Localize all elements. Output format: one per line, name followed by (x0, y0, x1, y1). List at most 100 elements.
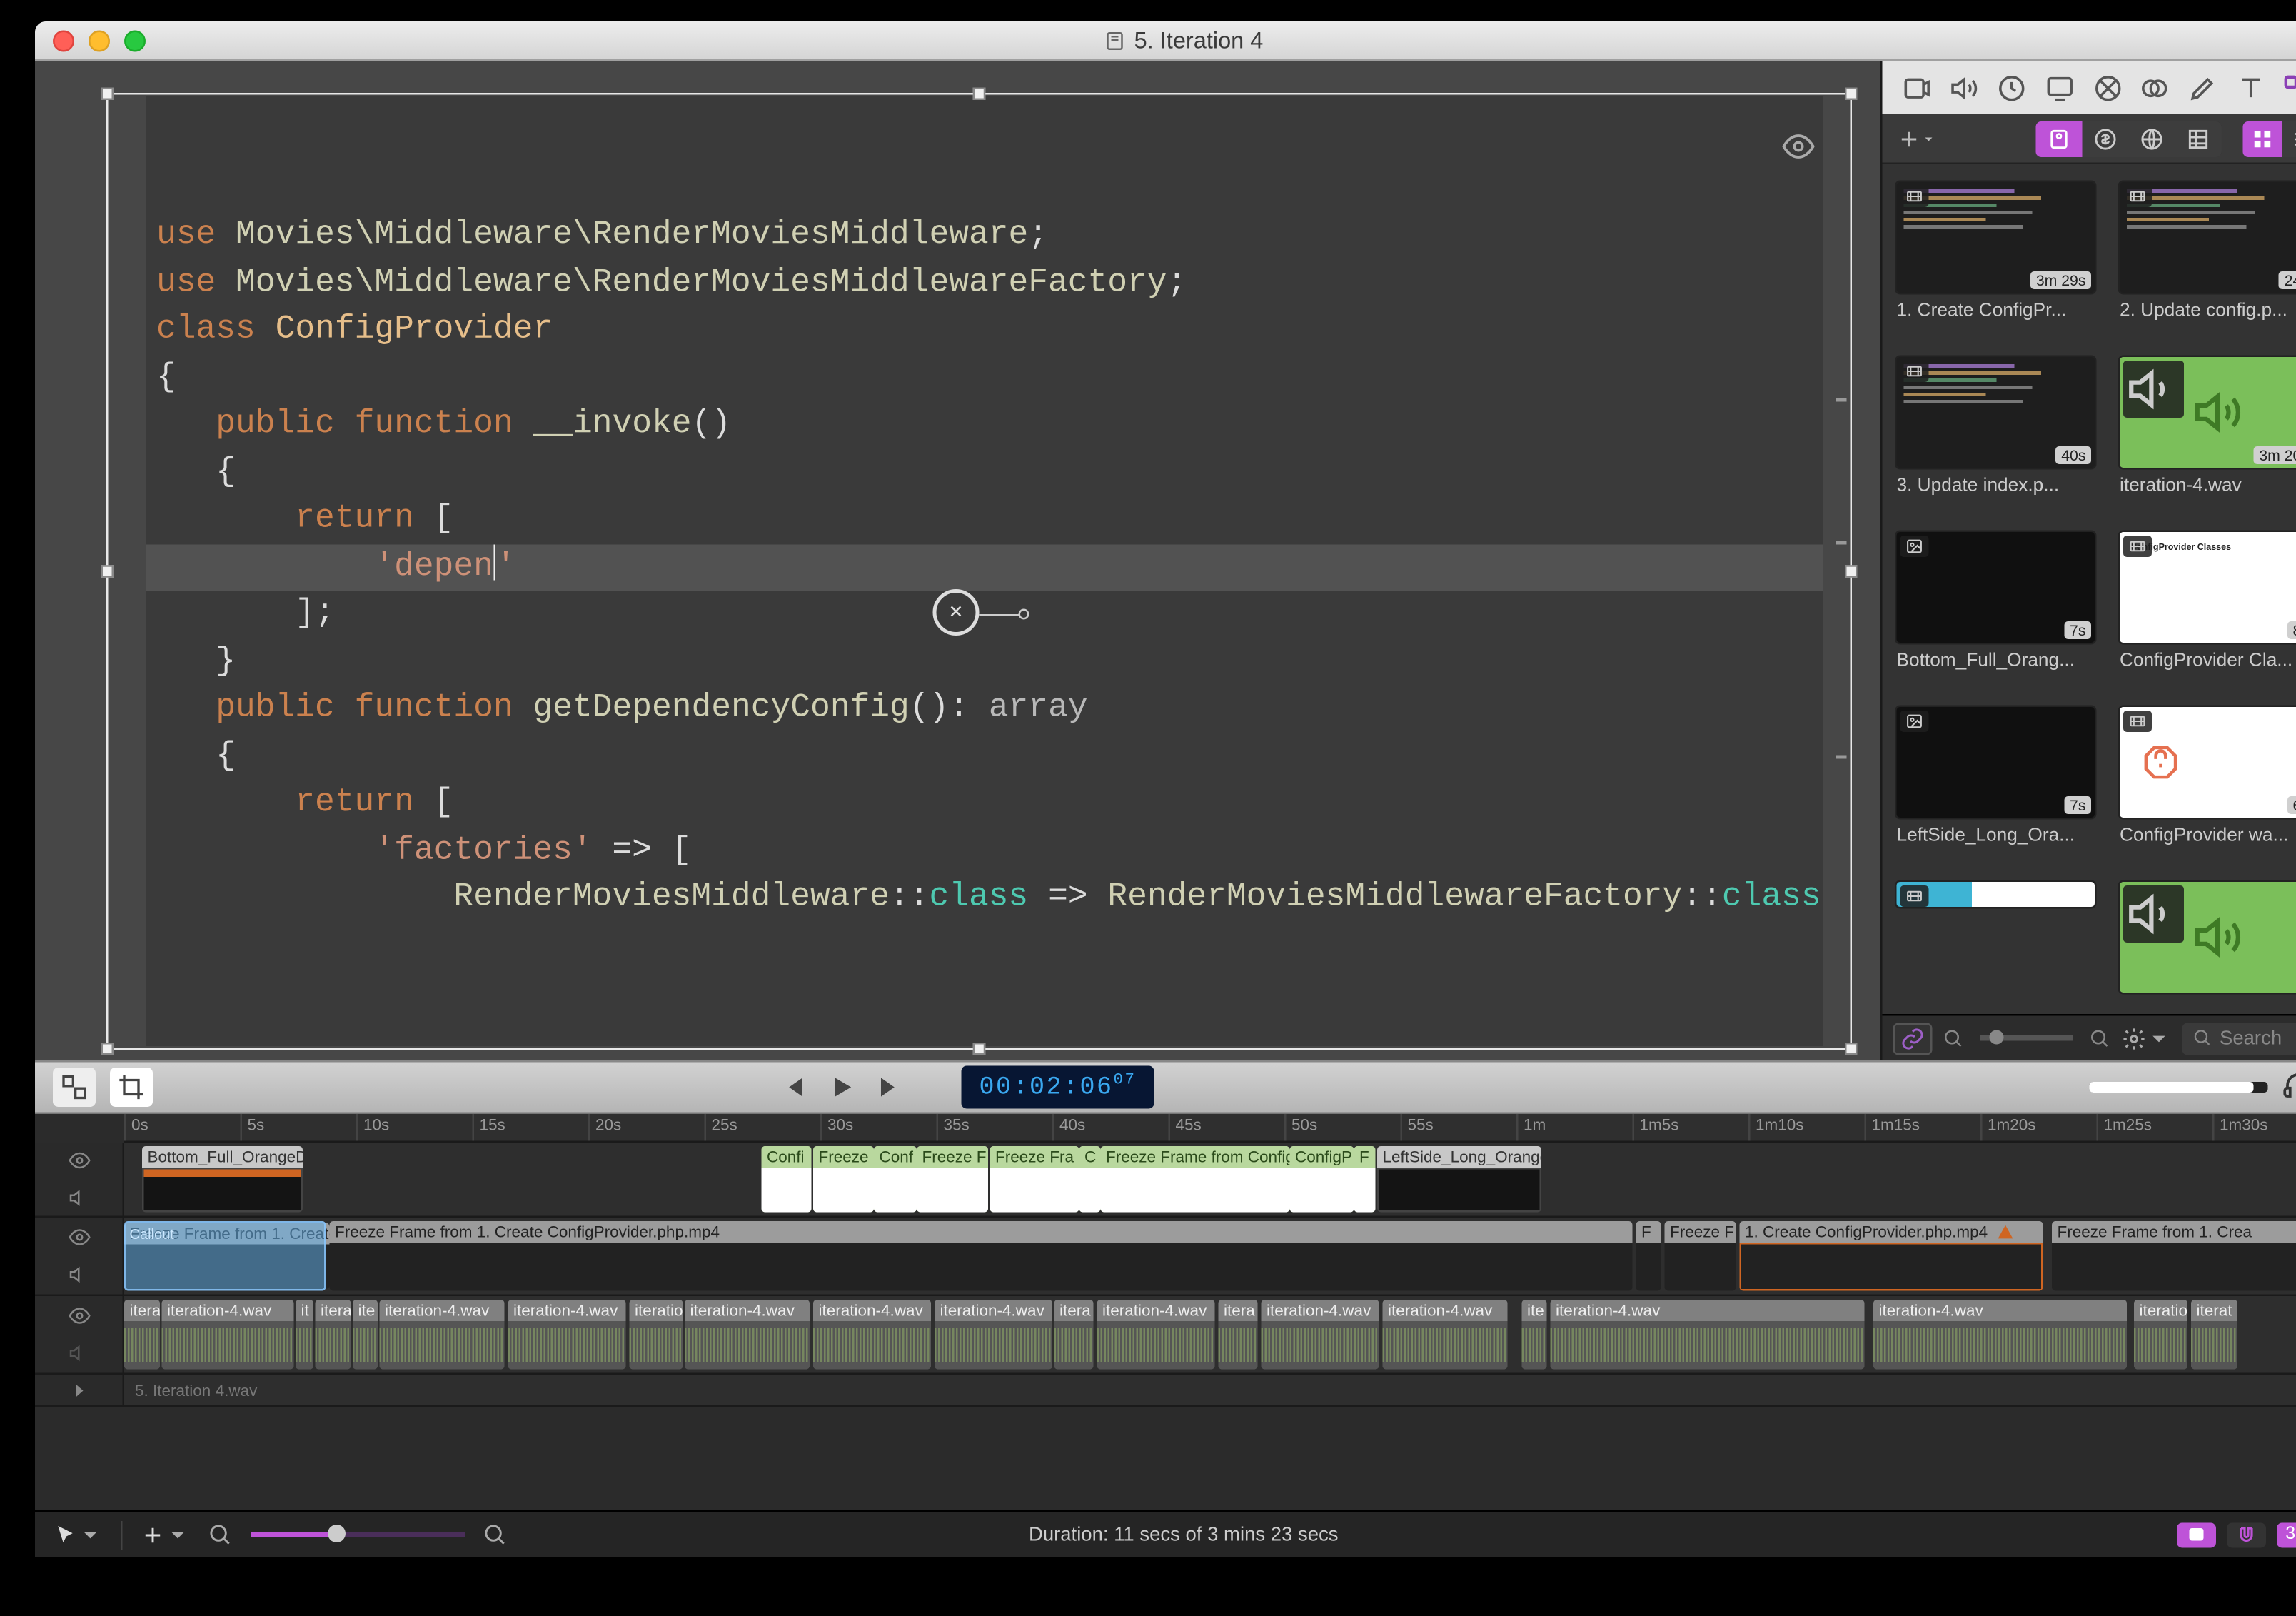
media-item[interactable]: 6sConfigProvider wa... (2120, 707, 2296, 846)
media-item[interactable]: 7sBottom_Full_Orang... (1897, 532, 2095, 671)
timecode-display[interactable]: 00:02:0607 (962, 1066, 1154, 1108)
audio-clip[interactable]: iteration-4.wav (380, 1300, 505, 1370)
media-item[interactable] (1897, 882, 2095, 993)
play-button[interactable] (826, 1071, 858, 1103)
audio-clip[interactable]: iteration-4.wav (685, 1300, 810, 1370)
timeline-clip[interactable]: 1. Create ConfigProvider.php.mp4 (1740, 1221, 2043, 1291)
view-grid[interactable] (2243, 121, 2282, 156)
ruler-mark[interactable]: 35s (937, 1114, 970, 1141)
audio-clip[interactable]: ite (1522, 1300, 1547, 1370)
snap-button[interactable] (2227, 1522, 2266, 1547)
timeline-clip[interactable]: ConfigP (1290, 1146, 1354, 1213)
resize-handle[interactable] (101, 88, 114, 101)
ruler[interactable]: 0s5s10s15s20s25s30s35s40s45s50s55s1m1m5s… (124, 1114, 2296, 1143)
tab-annotate[interactable] (2179, 66, 2227, 109)
minimize-window-button[interactable] (89, 29, 110, 51)
filter-current[interactable] (2036, 121, 2083, 156)
view-list[interactable] (2282, 121, 2296, 156)
audio-clip[interactable]: iteration-4.wav (1097, 1300, 1215, 1370)
audio-clip[interactable]: iteration-4.wav (162, 1300, 294, 1370)
mute-icon[interactable] (66, 1343, 91, 1365)
media-item[interactable]: ConfigProvider Classes8sConfigProvider C… (2120, 532, 2296, 671)
timeline-clip[interactable]: Freeze F (1665, 1221, 1736, 1291)
thumbnail-zoom-slider[interactable] (1980, 1035, 2073, 1041)
timeline-clip[interactable]: Freeze F (917, 1146, 988, 1213)
add-media-button[interactable] (1893, 121, 1940, 156)
tab-screen[interactable] (2036, 66, 2084, 109)
audio-clip[interactable]: iterat (2191, 1300, 2237, 1370)
canvas[interactable]: use Movies\Middleware\RenderMoviesMiddle… (35, 61, 1880, 1060)
volume-slider[interactable] (2090, 1082, 2268, 1093)
prev-frame-button[interactable] (776, 1071, 808, 1103)
audio-clip[interactable]: iteration-4.wav (1551, 1300, 1865, 1370)
ruler-mark[interactable]: 55s (1401, 1114, 1434, 1141)
ruler-mark[interactable]: 30s (820, 1114, 853, 1141)
timeline-zoom-slider[interactable] (251, 1532, 465, 1537)
add-menu[interactable] (141, 1522, 191, 1547)
media-item[interactable]: 3m 20siteration-4.wav (2120, 357, 2296, 496)
timeline-clip[interactable]: Freeze Frame from Config (1101, 1146, 1290, 1213)
filter-web[interactable] (2129, 121, 2175, 156)
mute-icon[interactable] (66, 1187, 91, 1208)
filter-table[interactable] (2175, 121, 2222, 156)
ruler-mark[interactable]: 1m5s (1633, 1114, 1679, 1141)
ruler-mark[interactable]: 1m (1516, 1114, 1546, 1141)
media-item[interactable] (2120, 882, 2296, 993)
audio-clip[interactable]: iteration-4.wav (1383, 1300, 1508, 1370)
filter-dollar[interactable] (2083, 121, 2129, 156)
audio-clip[interactable]: iteratio (630, 1300, 683, 1370)
fullscreen-window-button[interactable] (124, 29, 146, 51)
tab-pointer[interactable] (2083, 66, 2131, 109)
resize-handle[interactable] (101, 565, 114, 578)
mute-icon[interactable] (66, 1265, 91, 1286)
fit-button[interactable] (53, 1068, 96, 1107)
zoom-out-icon[interactable] (208, 1522, 233, 1547)
visibility-icon[interactable] (66, 1305, 91, 1326)
audio-clip[interactable]: itera (1054, 1300, 1094, 1370)
fps-badge[interactable]: 30 (2277, 1522, 2296, 1547)
audio-clip[interactable]: itera (316, 1300, 351, 1370)
timeline-clip[interactable]: Freeze Fra (990, 1146, 1079, 1213)
audio-clip[interactable]: ite (353, 1300, 378, 1370)
tab-history[interactable] (1988, 66, 2036, 109)
resize-handle[interactable] (1845, 88, 1858, 101)
headphone-icon[interactable] (2282, 1068, 2296, 1106)
media-library[interactable]: 3m 29s1. Create ConfigPr...24s2. Update … (1883, 164, 2296, 1014)
expand-icon[interactable] (66, 1379, 91, 1400)
visibility-icon[interactable] (66, 1226, 91, 1248)
timeline-clip[interactable]: Conf (874, 1146, 917, 1213)
timeline[interactable]: 0s5s10s15s20s25s30s35s40s45s50s55s1m1m5s… (35, 1114, 2296, 1510)
ruler-mark[interactable]: 50s (1284, 1114, 1317, 1141)
resize-handle[interactable] (973, 1043, 986, 1055)
resize-handle[interactable] (101, 1043, 114, 1055)
resize-handle[interactable] (1845, 1043, 1858, 1055)
audio-clip[interactable]: it (296, 1300, 313, 1370)
timeline-clip[interactable]: Bottom_Full_OrangeDa (142, 1146, 303, 1213)
resize-handle[interactable] (1845, 565, 1858, 578)
audio-clip[interactable]: iteration-4.wav (508, 1300, 626, 1370)
timeline-clip[interactable]: Freeze (813, 1146, 874, 1213)
audio-clip[interactable]: iteration-4.wav (935, 1300, 1052, 1370)
ruler-mark[interactable]: 1m30s (2212, 1114, 2268, 1141)
timeline-clip[interactable]: Confi (762, 1146, 812, 1213)
audio-clip[interactable]: iterat (124, 1300, 160, 1370)
resize-handle[interactable] (973, 88, 986, 101)
zoom-in-icon[interactable] (483, 1522, 508, 1547)
media-item[interactable]: 7sLeftSide_Long_Ora... (1897, 707, 2095, 846)
collapsed-track[interactable]: 5. Iteration 4.wav (35, 1375, 2296, 1407)
callout-clip[interactable]: Callout (124, 1221, 326, 1291)
zoom-in-icon[interactable] (2090, 1028, 2111, 1049)
tracks-area[interactable]: Bottom_Full_OrangeDaConfiFreezeConfFreez… (35, 1143, 2296, 1510)
media-search[interactable]: Search (2182, 1022, 2296, 1054)
audio-clip[interactable]: iteration-4.wav (1262, 1300, 1379, 1370)
ruler-mark[interactable]: 15s (473, 1114, 505, 1141)
timeline-clip[interactable]: LeftSide_Long_Orange (1377, 1146, 1541, 1213)
ruler-mark[interactable]: 1m15s (1865, 1114, 1920, 1141)
media-item[interactable]: 24s2. Update config.p... (2120, 182, 2296, 321)
ruler-mark[interactable]: 45s (1169, 1114, 1202, 1141)
timeline-clip[interactable]: C (1079, 1146, 1101, 1213)
ruler-mark[interactable]: 20s (588, 1114, 621, 1141)
marker-button[interactable] (2177, 1522, 2216, 1547)
ruler-mark[interactable]: 10s (356, 1114, 389, 1141)
media-item[interactable]: 3m 29s1. Create ConfigPr... (1897, 182, 2095, 321)
